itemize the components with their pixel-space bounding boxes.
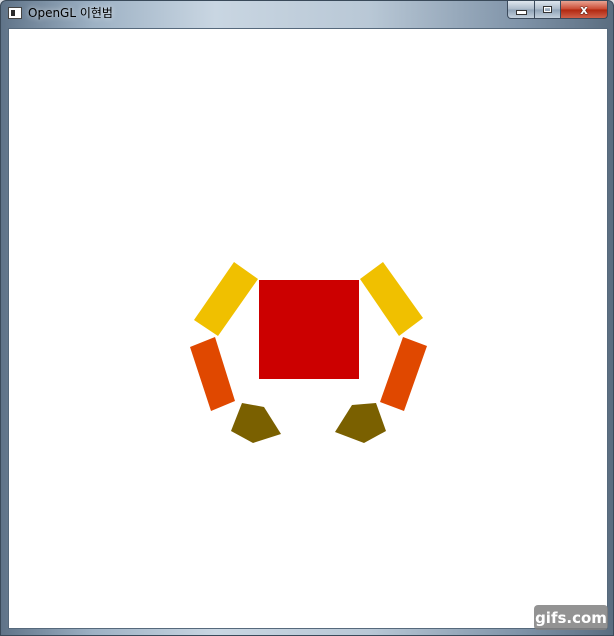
minimize-icon — [515, 10, 527, 15]
close-button[interactable]: x — [560, 1, 608, 19]
right-lower-limb — [380, 337, 427, 411]
gifs-watermark: gifs.com — [534, 605, 608, 630]
left-upper-limb — [194, 262, 258, 336]
app-window-icon[interactable] — [8, 7, 22, 19]
opengl-scene — [190, 262, 427, 443]
right-upper-limb — [360, 262, 423, 336]
maximize-icon — [543, 6, 552, 13]
minimize-button[interactable] — [507, 1, 535, 19]
window-title: OpenGL 이현범 — [28, 6, 113, 20]
maximize-button[interactable] — [534, 1, 561, 19]
left-claw — [231, 403, 281, 443]
application-window: OpenGL 이현범 x — [0, 0, 614, 636]
title-bar[interactable]: OpenGL 이현범 x — [1, 1, 613, 27]
left-lower-limb — [190, 337, 235, 411]
robot-body-square — [259, 280, 359, 379]
close-icon: x — [580, 2, 588, 17]
opengl-canvas[interactable] — [8, 28, 608, 629]
right-claw — [335, 403, 386, 443]
